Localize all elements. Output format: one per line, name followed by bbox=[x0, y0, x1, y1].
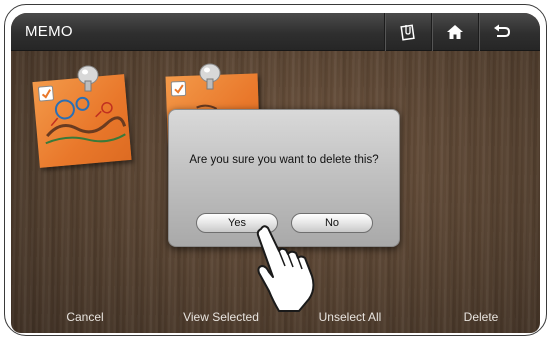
screen: MEMO Are you sure you want to delete thi… bbox=[11, 13, 540, 333]
memo-button[interactable] bbox=[384, 13, 430, 51]
unselect-all-button[interactable]: Unselect All bbox=[308, 310, 392, 324]
title-bar: MEMO bbox=[11, 13, 540, 51]
app-title: MEMO bbox=[25, 23, 73, 40]
view-selected-button[interactable]: View Selected bbox=[171, 310, 271, 324]
memo-clip-icon bbox=[399, 23, 417, 41]
home-button[interactable] bbox=[431, 13, 477, 51]
cancel-button[interactable]: Cancel bbox=[63, 310, 107, 324]
pushpin-icon bbox=[77, 65, 99, 95]
back-icon bbox=[493, 24, 511, 40]
bottom-action-bar: Cancel View Selected Unselect All Delete bbox=[11, 299, 540, 333]
delete-button[interactable]: Delete bbox=[456, 310, 506, 324]
pushpin-icon bbox=[199, 63, 221, 93]
back-button[interactable] bbox=[478, 13, 524, 51]
dialog-message: Are you sure you want to delete this? bbox=[189, 154, 379, 166]
home-icon bbox=[446, 24, 464, 40]
